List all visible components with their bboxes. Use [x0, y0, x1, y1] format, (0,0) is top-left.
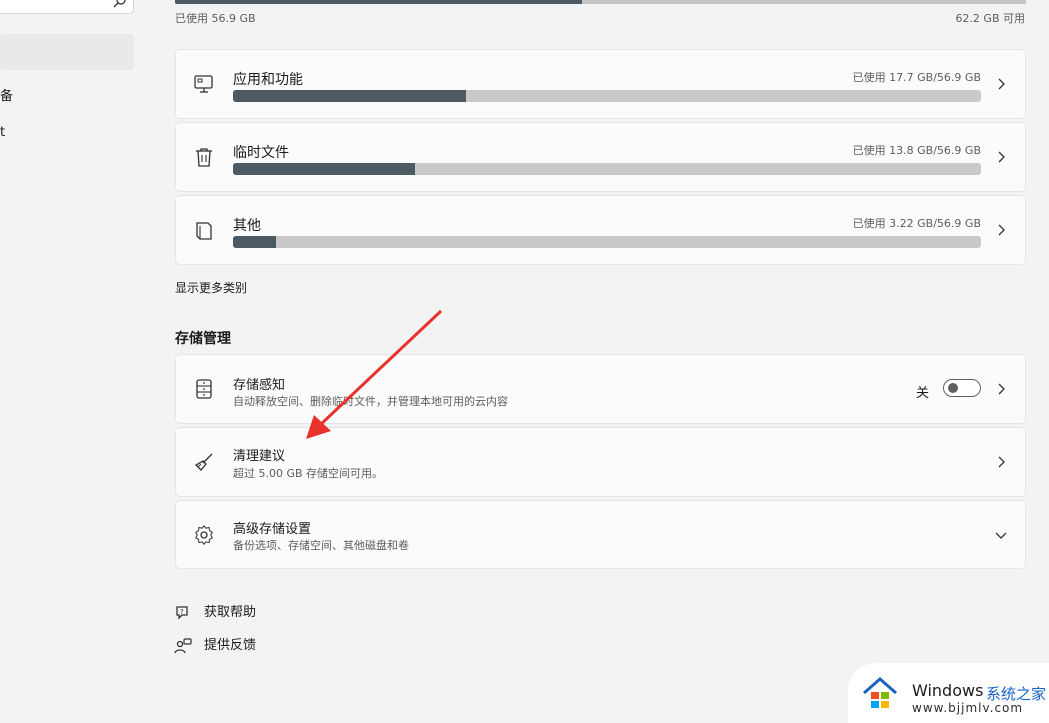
help-chat-icon: ? [174, 604, 192, 622]
feedback-icon [174, 637, 192, 655]
storage-sense-toggle[interactable] [943, 379, 981, 397]
chevron-right-icon [995, 151, 1007, 163]
storage-management-heading: 存储管理 [175, 331, 231, 347]
svg-text:?: ? [180, 608, 184, 616]
chevron-right-icon [995, 224, 1007, 236]
search-input[interactable] [0, 0, 134, 14]
total-storage-bar [175, 0, 1026, 4]
storage-sense-subtitle: 自动释放空间、删除临时文件，并管理本地可用的云内容 [233, 395, 508, 408]
total-used-label: 已使用 56.9 GB [175, 12, 256, 25]
sidebar-item-account[interactable]: t [0, 125, 5, 140]
sidebar: 备 t [0, 0, 140, 723]
category-usage-fill [233, 163, 415, 175]
chevron-down-icon [995, 529, 1007, 541]
cleanup-recommendations-card[interactable]: 清理建议 超过 5.00 GB 存储空间可用。 [175, 427, 1026, 497]
storage-sense-toggle-label: 关 [915, 386, 929, 401]
broom-icon [193, 451, 215, 473]
chevron-right-icon [995, 456, 1007, 468]
category-usage-bar [233, 163, 981, 175]
total-storage-fill [175, 0, 582, 4]
get-help-link[interactable]: ? 获取帮助 [174, 601, 256, 622]
show-more-categories-link[interactable]: 显示更多类别 [175, 279, 247, 296]
trash-icon [193, 146, 215, 168]
cleanup-subtitle: 超过 5.00 GB 存储空间可用。 [233, 467, 384, 480]
category-apps-card[interactable]: 应用和功能 已使用 17.7 GB/56.9 GB [175, 49, 1026, 119]
document-icon [193, 219, 215, 241]
gear-icon [193, 524, 215, 546]
cleanup-title: 清理建议 [233, 449, 286, 464]
total-free-label: 62.2 GB 可用 [955, 12, 1025, 25]
storage-sense-title: 存储感知 [233, 378, 286, 393]
category-other-card[interactable]: 其他 已使用 3.22 GB/56.9 GB [175, 195, 1026, 265]
apps-monitor-icon [193, 73, 215, 95]
toggle-knob [948, 383, 958, 393]
category-usage-fill [233, 236, 276, 248]
advanced-subtitle: 备份选项、存储空间、其他磁盘和卷 [233, 539, 409, 552]
storage-sense-card[interactable]: 存储感知 自动释放空间、删除临时文件，并管理本地可用的云内容 关 [175, 354, 1026, 424]
windows-house-logo-icon [860, 673, 900, 713]
give-feedback-label: 提供反馈 [204, 638, 257, 653]
category-title: 临时文件 [233, 145, 289, 161]
category-usage: 已使用 3.22 GB/56.9 GB [852, 217, 981, 230]
category-temp-files-card[interactable]: 临时文件 已使用 13.8 GB/56.9 GB [175, 122, 1026, 192]
sidebar-item-devices[interactable]: 备 [0, 85, 13, 104]
advanced-storage-settings-card[interactable]: 高级存储设置 备份选项、存储空间、其他磁盘和卷 [175, 500, 1026, 569]
chevron-right-icon [995, 78, 1007, 90]
category-usage: 已使用 13.8 GB/56.9 GB [852, 144, 981, 157]
storage-drive-icon [193, 378, 215, 400]
chevron-right-icon [995, 383, 1007, 395]
watermark-url: www.bjjmlv.com [912, 701, 1024, 715]
get-help-label: 获取帮助 [204, 605, 257, 620]
category-title: 应用和功能 [233, 72, 303, 88]
advanced-title: 高级存储设置 [233, 522, 312, 537]
category-usage-fill [233, 90, 466, 102]
category-usage-bar [233, 236, 981, 248]
category-usage-bar [233, 90, 981, 102]
search-icon [113, 0, 127, 8]
watermark: Windows 系统之家 www.bjjmlv.com [848, 663, 1049, 723]
category-title: 其他 [233, 218, 261, 234]
watermark-brand: Windows [912, 681, 984, 700]
give-feedback-link[interactable]: 提供反馈 [174, 634, 256, 655]
category-usage: 已使用 17.7 GB/56.9 GB [852, 71, 981, 84]
sidebar-item-selected[interactable] [0, 34, 134, 70]
